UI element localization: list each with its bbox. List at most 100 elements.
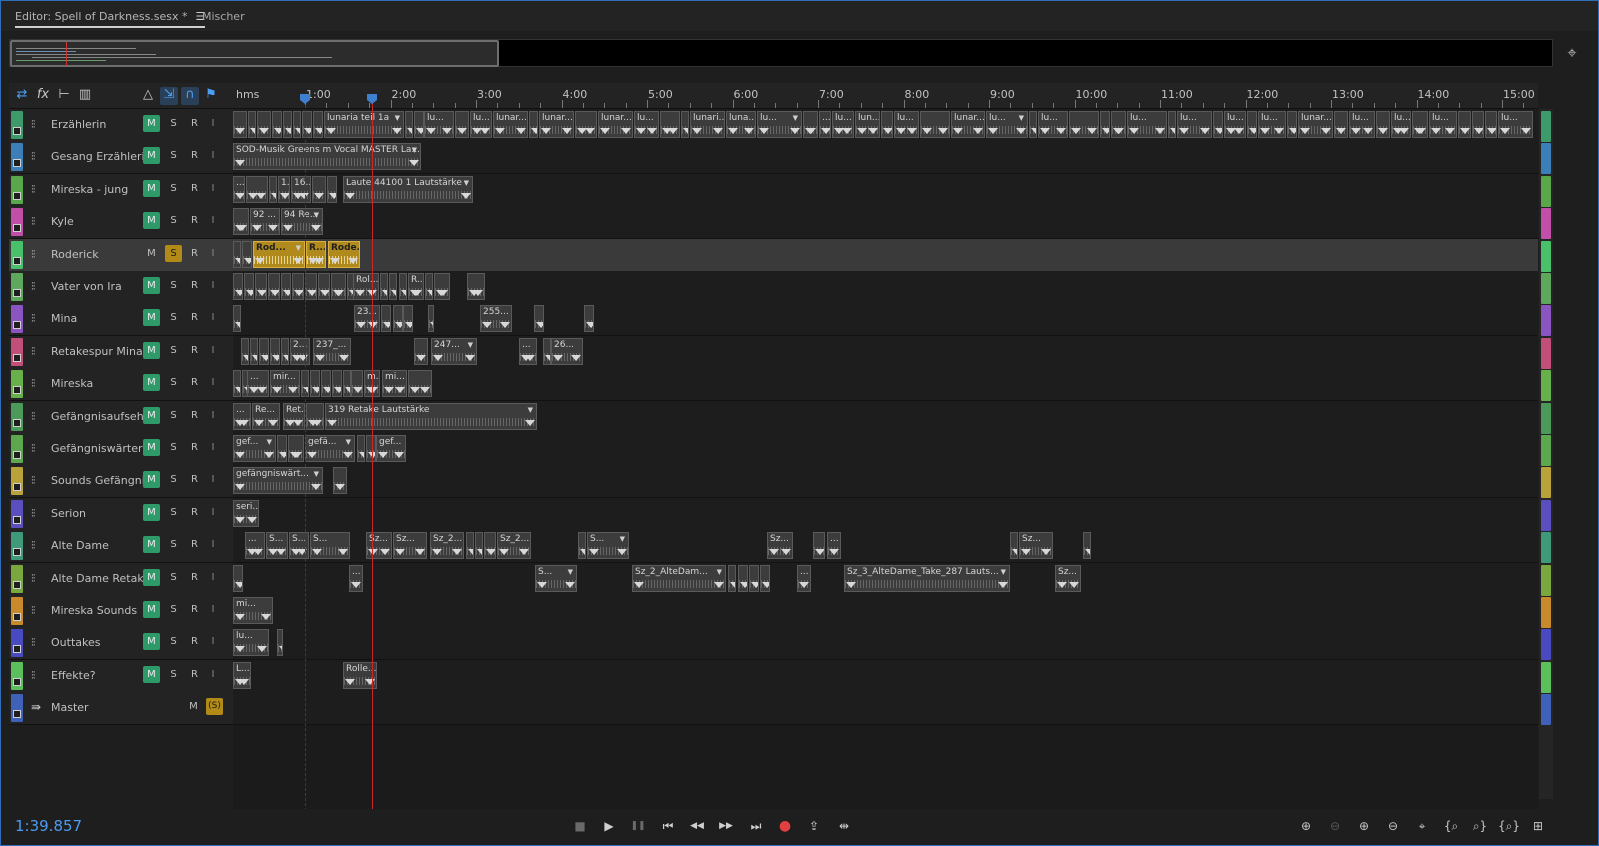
clip-menu-icon[interactable]: ▼ bbox=[793, 114, 798, 122]
fade-out-handle[interactable] bbox=[314, 258, 324, 264]
fade-in-handle[interactable] bbox=[1500, 128, 1510, 134]
track-lane[interactable]: gefängniswärt... ▼ bbox=[233, 465, 1538, 498]
fade-in-handle[interactable] bbox=[355, 290, 365, 296]
track-select-dot[interactable] bbox=[13, 192, 21, 200]
fade-out-handle[interactable] bbox=[338, 549, 348, 555]
audio-clip[interactable]: ... bbox=[819, 111, 831, 138]
fade-in-handle[interactable] bbox=[553, 355, 563, 361]
fade-out-handle[interactable] bbox=[1069, 582, 1079, 588]
fade-out-handle[interactable] bbox=[617, 549, 627, 555]
track-select-dot[interactable] bbox=[13, 678, 21, 686]
fade-in-handle[interactable] bbox=[312, 387, 319, 393]
audio-clip[interactable]: S... ▼ bbox=[587, 532, 629, 559]
audio-clip[interactable] bbox=[313, 111, 323, 138]
rail-track-marker[interactable] bbox=[1541, 532, 1551, 563]
fade-out-handle[interactable] bbox=[276, 549, 286, 555]
fade-in-handle[interactable] bbox=[683, 128, 688, 134]
fade-out-handle[interactable] bbox=[237, 225, 247, 231]
monitor-input-button[interactable]: I bbox=[207, 309, 219, 326]
fade-in-handle[interactable] bbox=[1260, 128, 1270, 134]
mute-button[interactable]: M bbox=[143, 439, 160, 456]
clip-menu-icon[interactable]: ▼ bbox=[395, 114, 400, 122]
fade-out-handle[interactable] bbox=[1399, 128, 1409, 134]
fade-in-handle[interactable] bbox=[283, 290, 290, 296]
fade-in-handle[interactable] bbox=[391, 290, 396, 296]
audio-clip[interactable] bbox=[403, 305, 413, 332]
fade-in-handle[interactable] bbox=[329, 193, 336, 199]
record-arm-button[interactable]: R bbox=[186, 147, 203, 164]
fade-out-handle[interactable] bbox=[1234, 128, 1244, 134]
fade-in-handle[interactable] bbox=[326, 128, 336, 134]
audio-clip[interactable]: lu... bbox=[1429, 111, 1457, 138]
solo-button[interactable]: S bbox=[165, 407, 182, 424]
mute-button[interactable]: M bbox=[143, 633, 160, 650]
audio-clip[interactable] bbox=[803, 111, 818, 138]
solo-button[interactable]: S bbox=[165, 569, 182, 586]
fade-in-handle[interactable] bbox=[271, 193, 276, 199]
fade-in-handle[interactable] bbox=[416, 355, 426, 361]
fade-out-handle[interactable] bbox=[973, 128, 983, 134]
audio-clip[interactable] bbox=[1472, 111, 1484, 138]
track-select-dot[interactable] bbox=[13, 257, 21, 265]
audio-clip[interactable]: Rod... ▼ bbox=[253, 241, 305, 268]
audio-clip[interactable] bbox=[244, 273, 254, 300]
audio-clip[interactable] bbox=[366, 435, 376, 462]
fade-out-handle[interactable] bbox=[420, 387, 430, 393]
audio-clip[interactable]: lu... bbox=[233, 629, 269, 656]
audio-clip[interactable] bbox=[283, 111, 292, 138]
fade-out-handle[interactable] bbox=[311, 484, 321, 490]
fade-in-handle[interactable] bbox=[244, 258, 251, 264]
fade-out-handle[interactable] bbox=[312, 420, 322, 426]
fade-in-handle[interactable] bbox=[359, 452, 364, 458]
mute-button[interactable]: M bbox=[143, 471, 160, 488]
fade-in-handle[interactable] bbox=[531, 128, 537, 134]
audio-clip[interactable] bbox=[327, 176, 337, 203]
track-lane[interactable]: ... S... S... S... Sz... Sz... Sz_2... Sz_2... S… bbox=[233, 530, 1538, 563]
clip-menu-icon[interactable]: ▼ bbox=[296, 244, 301, 252]
track-name[interactable]: Mireska Sounds bbox=[51, 604, 143, 617]
fade-out-handle[interactable] bbox=[343, 452, 353, 458]
mute-button[interactable]: M bbox=[143, 147, 160, 164]
track-name[interactable]: Roderick bbox=[51, 248, 143, 261]
fade-in-handle[interactable] bbox=[283, 355, 288, 361]
fade-in-handle[interactable] bbox=[295, 128, 300, 134]
clip-menu-icon[interactable]: ▼ bbox=[468, 341, 473, 349]
fade-in-handle[interactable] bbox=[922, 128, 932, 134]
fade-out-handle[interactable] bbox=[264, 452, 274, 458]
record-arm-button[interactable]: R bbox=[186, 471, 203, 488]
audio-clip[interactable] bbox=[813, 532, 825, 559]
track-header[interactable]: ⫶⫶ Kyle M S R I bbox=[9, 206, 233, 239]
audio-clip[interactable] bbox=[248, 111, 256, 138]
solo-button[interactable]: S bbox=[165, 212, 182, 229]
audio-clip[interactable]: Sz_3_AlteDame_Take_287 Lauts... ▼ bbox=[844, 565, 1010, 592]
audio-clip[interactable] bbox=[233, 208, 249, 235]
fade-in-handle[interactable] bbox=[261, 355, 268, 361]
fade-in-handle[interactable] bbox=[395, 322, 402, 328]
audio-clip[interactable]: lu... ▼ bbox=[757, 111, 802, 138]
audio-clip[interactable] bbox=[381, 305, 391, 332]
fade-in-handle[interactable] bbox=[407, 128, 412, 134]
fade-out-handle[interactable] bbox=[1016, 128, 1026, 134]
audio-clip[interactable]: 237_... bbox=[313, 338, 351, 365]
fade-in-handle[interactable] bbox=[330, 258, 340, 264]
master-mute-button[interactable]: M bbox=[185, 698, 202, 715]
fade-in-handle[interactable] bbox=[1336, 128, 1346, 134]
audio-clip[interactable] bbox=[250, 338, 258, 365]
fade-in-handle[interactable] bbox=[303, 387, 308, 393]
fade-in-handle[interactable] bbox=[759, 128, 769, 134]
audio-clip[interactable] bbox=[1458, 111, 1471, 138]
audio-clip[interactable]: gef... ▼ bbox=[233, 435, 276, 462]
mute-button[interactable]: M bbox=[143, 601, 160, 618]
fade-in-handle[interactable] bbox=[457, 128, 467, 134]
audio-clip[interactable] bbox=[233, 273, 243, 300]
fade-in-handle[interactable] bbox=[586, 322, 593, 328]
track-select-dot[interactable] bbox=[13, 289, 21, 297]
fade-in-handle[interactable] bbox=[751, 582, 758, 588]
audio-clip[interactable] bbox=[738, 565, 748, 592]
audio-clip[interactable]: SOD-Musik Greens m Vocal MASTER La... ▼ bbox=[233, 143, 421, 170]
audio-clip[interactable]: Ret... bbox=[283, 403, 305, 430]
fade-in-handle[interactable] bbox=[235, 128, 245, 134]
monitor-input-button[interactable]: I bbox=[207, 439, 219, 456]
audio-clip[interactable] bbox=[351, 370, 363, 397]
fade-in-handle[interactable] bbox=[815, 549, 824, 555]
